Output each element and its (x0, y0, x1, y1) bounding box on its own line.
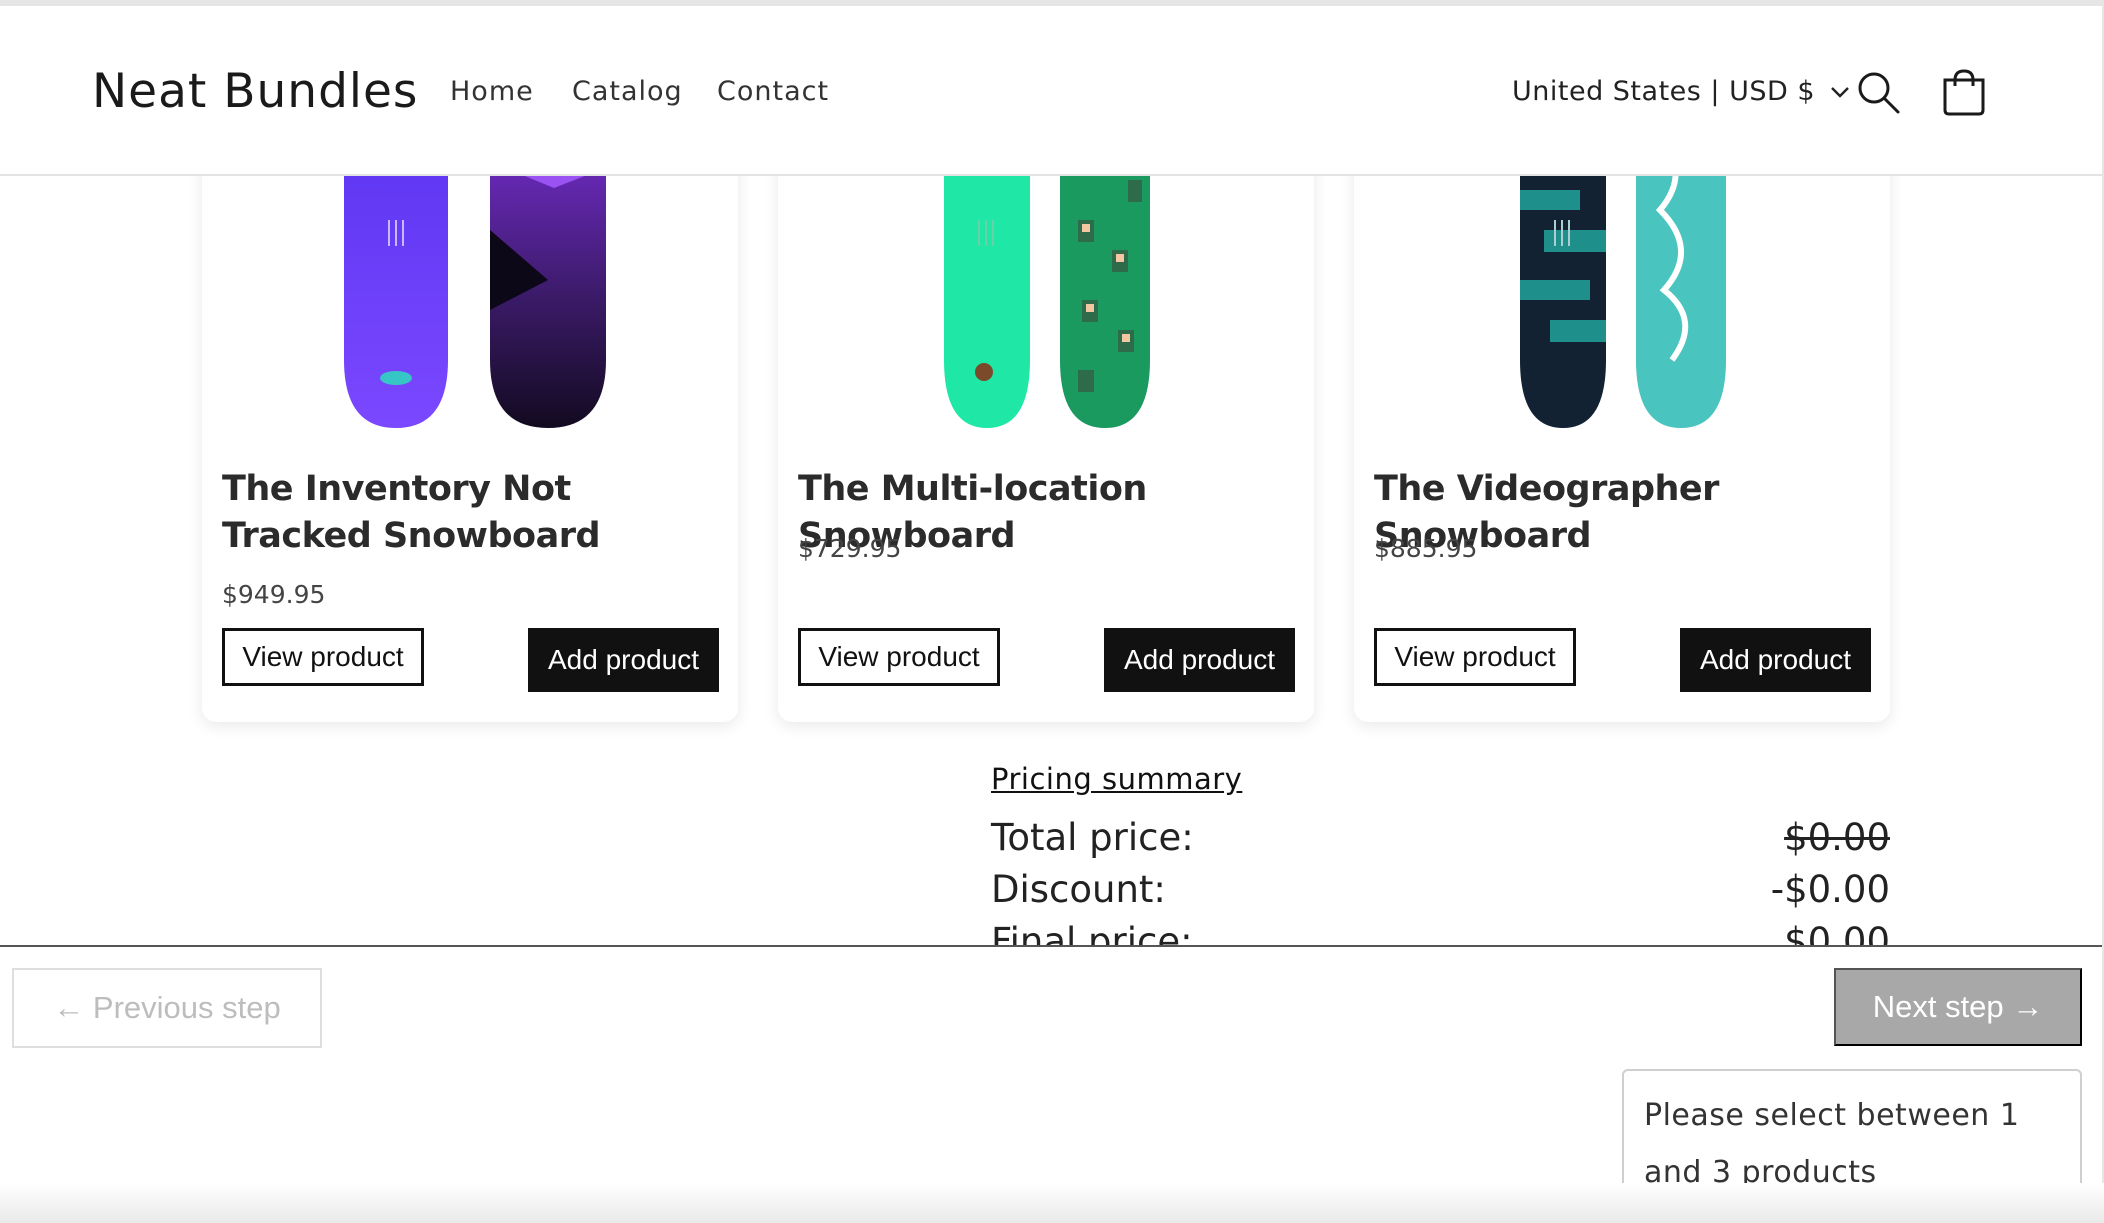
locale-label: United States | USD $ (1512, 76, 1816, 107)
footer-divider (0, 945, 2102, 947)
nav-contact[interactable]: Contact (717, 76, 829, 107)
pricing-summary-heading: Pricing summary (991, 762, 1243, 796)
country-currency-selector[interactable]: United States | USD $ (1512, 76, 1851, 107)
brand-logo[interactable]: Neat Bundles (92, 64, 418, 119)
add-product-button[interactable]: Add product (1680, 628, 1871, 692)
view-product-button[interactable]: View product (1374, 628, 1576, 686)
final-price-label: Final price: (991, 920, 1193, 946)
nav-home[interactable]: Home (450, 76, 534, 107)
view-product-button[interactable]: View product (798, 628, 1000, 686)
product-card: The Inventory Not Tracked Snowboard $949… (202, 110, 738, 722)
add-product-button[interactable]: Add product (1104, 628, 1295, 692)
cart-icon[interactable] (1940, 68, 1988, 116)
add-product-button[interactable]: Add product (528, 628, 719, 692)
product-price: $949.95 (222, 580, 326, 609)
total-price-label: Total price: (991, 816, 1194, 859)
next-step-button[interactable]: Next step → (1834, 968, 2082, 1046)
site-header: Neat Bundles Home Catalog Contact United… (0, 6, 2102, 176)
product-price: $885.95 (1374, 534, 1478, 563)
search-icon[interactable] (1854, 68, 1902, 116)
previous-step-button[interactable]: ← Previous step (12, 968, 322, 1048)
nav-catalog[interactable]: Catalog (572, 76, 683, 107)
discount-value: -$0.00 (1770, 868, 1890, 911)
product-price: $729.95 (798, 534, 902, 563)
view-product-button[interactable]: View product (222, 628, 424, 686)
bottom-shadow (0, 1183, 2104, 1223)
discount-label: Discount: (991, 868, 1166, 911)
product-card: The Multi-location Snowboard $729.95 Vie… (778, 110, 1314, 722)
product-title: The Inventory Not Tracked Snowboard (222, 469, 601, 556)
pricing-summary: Total price: $0.00 Discount: -$0.00 Fina… (980, 808, 1900, 946)
final-price-value: $0.00 (1784, 920, 1890, 946)
product-card: The Videographer Snowboard $885.95 View … (1354, 110, 1890, 722)
total-price-value: $0.00 (1784, 816, 1890, 859)
chevron-down-icon (1831, 86, 1849, 98)
